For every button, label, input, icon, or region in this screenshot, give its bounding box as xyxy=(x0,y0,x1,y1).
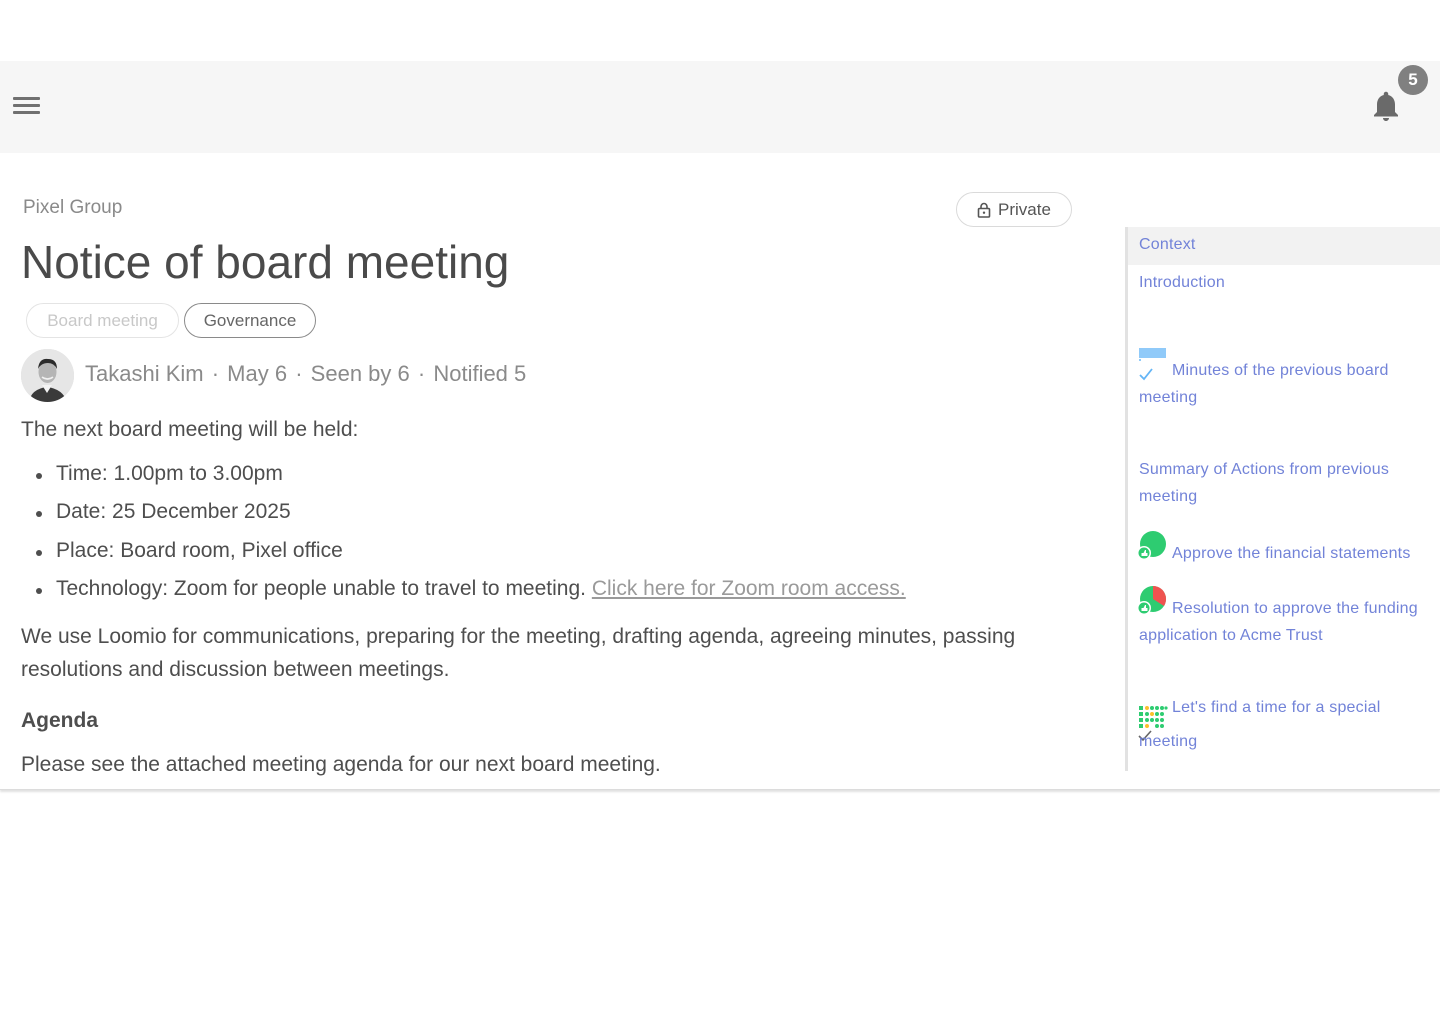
privacy-button[interactable]: Private xyxy=(956,192,1072,227)
agenda-heading: Agenda xyxy=(21,709,99,732)
avatar[interactable] xyxy=(21,349,74,402)
toc-item-resolution-acme[interactable]: Resolution to approve the funding applic… xyxy=(1139,595,1439,649)
group-name[interactable]: Pixel Group xyxy=(23,197,122,219)
privacy-label: Private xyxy=(998,199,1051,219)
toc-item-summary-of-actions[interactable]: Summary of Actions from previous meeting xyxy=(1139,456,1429,510)
hamburger-menu-icon-bar xyxy=(13,104,40,107)
notified-count[interactable]: Notified 5 xyxy=(433,361,526,386)
agenda-text: Please see the attached meeting agenda f… xyxy=(21,753,661,776)
notifications-button[interactable] xyxy=(1368,86,1404,126)
toc-item-context[interactable]: Context xyxy=(1139,231,1196,258)
author-photo xyxy=(21,349,74,402)
hamburger-menu-icon-bar xyxy=(13,111,40,114)
zoom-room-link[interactable]: Click here for Zoom room access. xyxy=(592,577,906,600)
lock-icon xyxy=(977,202,991,218)
list-item-date: Date: 25 December 2025 xyxy=(36,500,291,523)
toc-find-time-line1: Let's find a time for a special xyxy=(1172,699,1381,716)
list-item-time: Time: 1.00pm to 3.00pm xyxy=(36,462,283,485)
list-item-technology: Technology: Zoom for people unable to tr… xyxy=(36,577,906,601)
toc-item-minutes[interactable]: Minutes of the previous board meeting xyxy=(1139,357,1429,411)
hamburger-menu-icon xyxy=(13,97,40,100)
meta-separator: · xyxy=(211,361,220,386)
menu-button[interactable] xyxy=(12,95,42,117)
meta-separator: · xyxy=(417,361,426,386)
toc-find-time-line2: meeting xyxy=(1139,733,1198,750)
toc-item-find-time[interactable]: Let's find a time for a special meeting xyxy=(1139,694,1429,762)
list-item-place: Place: Board room, Pixel office xyxy=(36,539,343,562)
notification-count-badge: 5 xyxy=(1398,65,1428,95)
author-name[interactable]: Takashi Kim xyxy=(85,361,204,386)
loomio-paragraph: We use Loomio for communications, prepar… xyxy=(21,625,1016,681)
tag-governance[interactable]: Governance xyxy=(184,303,316,338)
thread-title: Notice of board meeting xyxy=(21,236,510,288)
tag-board-meeting[interactable]: Board meeting xyxy=(26,303,179,338)
toc-rail xyxy=(1125,227,1128,771)
body-intro: The next board meeting will be held: xyxy=(21,418,359,441)
bell-icon xyxy=(1374,91,1398,121)
thread-date: May 6 xyxy=(227,361,288,386)
toc-item-introduction[interactable]: Introduction xyxy=(1139,269,1225,296)
technology-text: Technology: Zoom for people unable to tr… xyxy=(56,577,592,600)
seen-by[interactable]: Seen by 6 xyxy=(311,361,410,386)
meta-separator: · xyxy=(295,361,303,386)
toc-item-approve-financials[interactable]: Approve the financial statements xyxy=(1139,540,1439,567)
top-bar xyxy=(0,61,1440,153)
thread-meta: Takashi Kim · May 6 · Seen by 6 · Notifi… xyxy=(85,361,526,387)
